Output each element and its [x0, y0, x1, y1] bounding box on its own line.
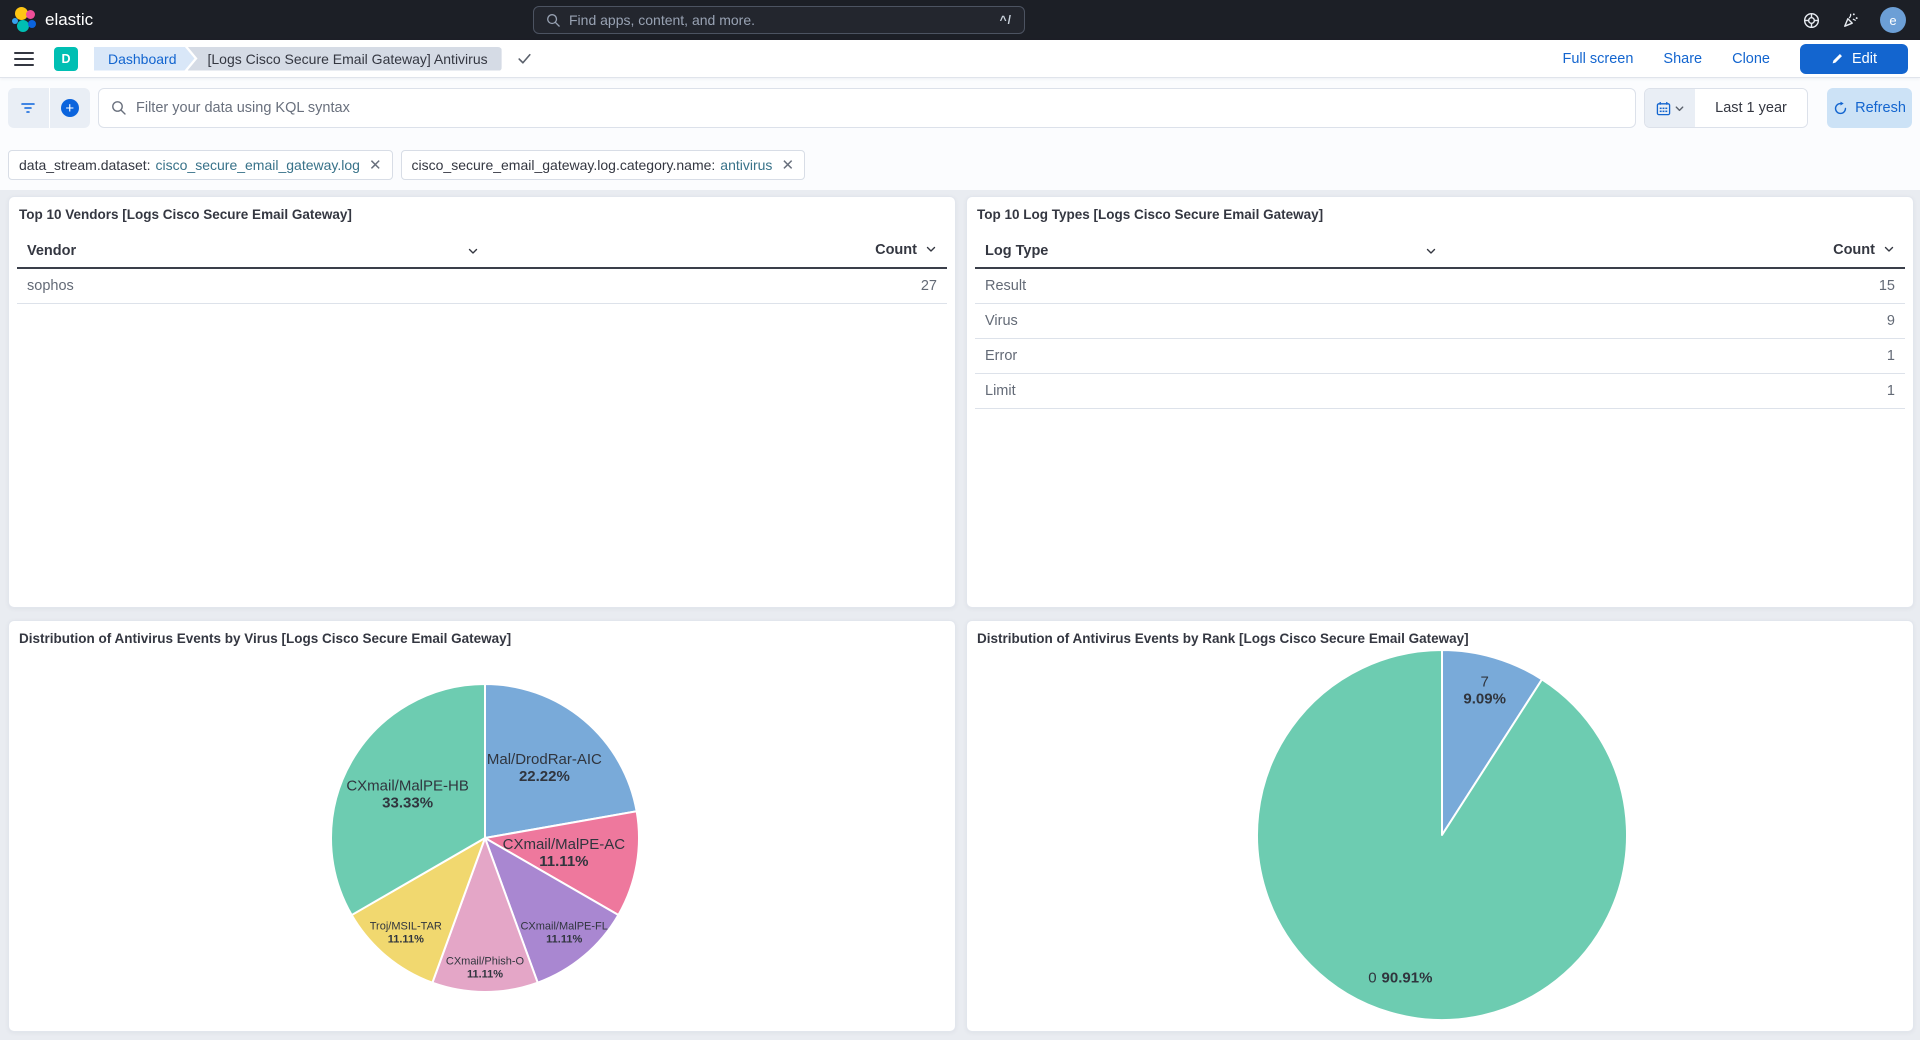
global-search-placeholder: Find apps, content, and more. — [569, 12, 755, 28]
elastic-logo-icon — [12, 7, 36, 33]
column-header-count[interactable]: Count — [1738, 234, 1905, 268]
count-cell: 15 — [1738, 268, 1905, 303]
panel-title[interactable]: Top 10 Vendors [Logs Cisco Secure Email … — [17, 205, 354, 222]
value-cell: Virus — [975, 303, 1738, 338]
pie-slice[interactable] — [1257, 650, 1627, 1020]
menu-icon[interactable] — [14, 52, 34, 66]
panel-top-log-types: Top 10 Log Types [Logs Cisco Secure Emai… — [966, 196, 1914, 608]
table-row: Virus9 — [975, 303, 1905, 338]
chevron-down-icon[interactable] — [467, 245, 479, 261]
value-cell: Result — [975, 268, 1738, 303]
table-row: Result15 — [975, 268, 1905, 303]
table-body: Result15Virus9Error1Limit1 — [975, 268, 1905, 408]
query-section: + Filter your data using KQL syntax Last… — [0, 78, 1920, 190]
search-icon — [111, 100, 127, 116]
logo-text: elastic — [45, 10, 93, 30]
edit-button[interactable]: Edit — [1800, 44, 1908, 74]
close-icon[interactable]: ✕ — [369, 156, 382, 174]
news-icon[interactable] — [1841, 11, 1860, 30]
filter-pill-category[interactable]: cisco_secure_email_gateway.log.category.… — [401, 150, 805, 180]
panel-virus-distribution: Distribution of Antivirus Events by Viru… — [8, 620, 956, 1032]
panel-rank-distribution: Distribution of Antivirus Events by Rank… — [966, 620, 1914, 1032]
calendar-icon — [1656, 101, 1671, 116]
log-types-table: Log Type Count Result15Virus9Error1Limit… — [975, 234, 1905, 409]
filter-icon — [20, 101, 36, 115]
kql-filter-input[interactable]: Filter your data using KQL syntax — [98, 88, 1636, 128]
clone-button[interactable]: Clone — [1732, 51, 1770, 67]
help-icon[interactable] — [1802, 11, 1821, 30]
refresh-button-label: Refresh — [1855, 100, 1906, 116]
panel-title[interactable]: Top 10 Log Types [Logs Cisco Secure Emai… — [975, 205, 1325, 222]
virus-pie-chart: Mal/DrodRar-AIC22.22%CXmail/MalPE-AC11.1… — [10, 622, 954, 1030]
filter-pill-dataset[interactable]: data_stream.dataset: cisco_secure_email_… — [8, 150, 393, 180]
count-cell: 1 — [1738, 338, 1905, 373]
filter-field: data_stream.dataset: — [19, 157, 151, 173]
column-header-vendor[interactable]: Vendor — [17, 234, 780, 268]
global-search-input[interactable]: Find apps, content, and more. ^/ — [533, 6, 1025, 34]
full-screen-button[interactable]: Full screen — [1562, 51, 1633, 67]
table-body: sophos27 — [17, 268, 947, 303]
pencil-icon — [1831, 52, 1844, 65]
column-header-log-type[interactable]: Log Type — [975, 234, 1738, 268]
close-icon[interactable]: ✕ — [781, 156, 794, 174]
panel-top-vendors: Top 10 Vendors [Logs Cisco Secure Email … — [8, 196, 956, 608]
breadcrumb-dashboards[interactable]: Dashboard — [94, 47, 195, 71]
user-avatar[interactable]: e — [1880, 7, 1906, 33]
table-row: sophos27 — [17, 268, 947, 303]
date-picker: Last 1 year — [1644, 88, 1808, 128]
vendors-table: Vendor Count sophos27 — [17, 234, 947, 304]
kql-placeholder: Filter your data using KQL syntax — [136, 100, 350, 116]
check-icon — [516, 50, 533, 67]
chevron-down-icon[interactable] — [1425, 245, 1437, 261]
time-range-button[interactable]: Last 1 year — [1695, 89, 1807, 127]
filter-pills: data_stream.dataset: cisco_secure_email_… — [8, 150, 805, 180]
refresh-button[interactable]: Refresh — [1827, 88, 1912, 128]
elastic-logo[interactable]: elastic — [12, 7, 93, 33]
calendar-menu-button[interactable] — [1645, 89, 1695, 127]
value-cell: Limit — [975, 373, 1738, 408]
refresh-icon — [1833, 101, 1848, 116]
edit-button-label: Edit — [1852, 51, 1877, 67]
filter-value: cisco_secure_email_gateway.log — [156, 157, 360, 173]
column-header-count[interactable]: Count — [780, 234, 947, 268]
plus-circle-icon: + — [61, 99, 79, 117]
search-icon — [546, 13, 561, 28]
dashboard-viewport: Top 10 Vendors [Logs Cisco Secure Email … — [0, 190, 1920, 1040]
dashboard-app-badge[interactable]: D — [54, 47, 78, 71]
keyboard-shortcut-badge: ^/ — [1000, 13, 1012, 27]
count-cell: 1 — [1738, 373, 1905, 408]
nav-bar: D Dashboard [Logs Cisco Secure Email Gat… — [0, 40, 1920, 78]
chevron-down-icon — [1883, 243, 1895, 259]
count-cell: 27 — [780, 268, 947, 303]
table-row: Error1 — [975, 338, 1905, 373]
value-cell: sophos — [17, 268, 780, 303]
add-filter-button[interactable]: + — [49, 88, 91, 128]
rank-pie-chart: 79.09%090.91% — [968, 622, 1912, 1030]
filter-value: antivirus — [720, 157, 772, 173]
count-cell: 9 — [1738, 303, 1905, 338]
chevron-down-icon — [1674, 103, 1685, 114]
breadcrumb: Dashboard [Logs Cisco Secure Email Gatew… — [94, 47, 502, 71]
table-row: Limit1 — [975, 373, 1905, 408]
breadcrumb-current-dashboard: [Logs Cisco Secure Email Gateway] Antivi… — [188, 47, 502, 71]
filter-group: + — [8, 88, 90, 128]
filter-menu-button[interactable] — [8, 88, 49, 128]
chevron-down-icon — [925, 243, 937, 259]
top-header: elastic Find apps, content, and more. ^/… — [0, 0, 1920, 40]
share-button[interactable]: Share — [1663, 51, 1702, 67]
filter-field: cisco_secure_email_gateway.log.category.… — [412, 157, 716, 173]
value-cell: Error — [975, 338, 1738, 373]
